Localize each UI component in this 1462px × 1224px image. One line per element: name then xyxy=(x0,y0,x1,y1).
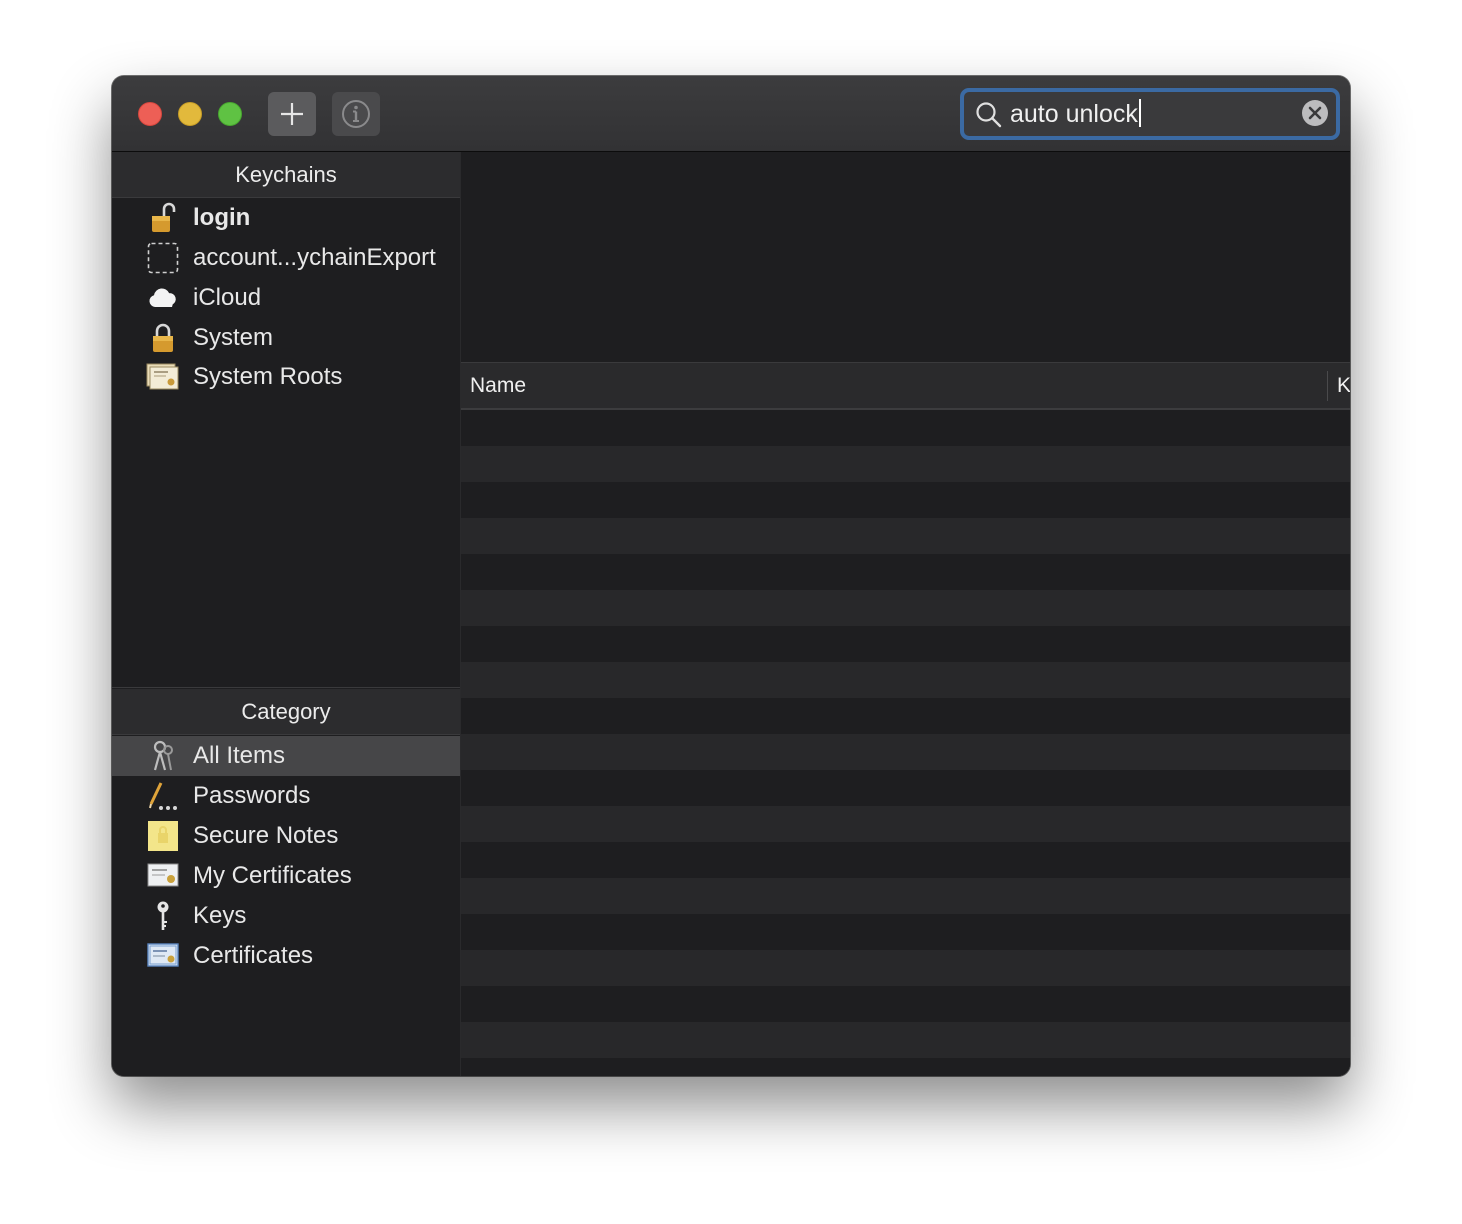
table-row xyxy=(461,806,1350,842)
table-header: Name K xyxy=(461,363,1350,410)
title-bar: auto unlock xyxy=(112,76,1350,152)
table-row xyxy=(461,698,1350,734)
sidebar-divider xyxy=(112,687,460,688)
keychains-header: Keychains xyxy=(112,152,460,198)
text-cursor xyxy=(1138,99,1141,127)
items-table[interactable] xyxy=(461,410,1350,1076)
search-field[interactable]: auto unlock xyxy=(960,88,1340,140)
keychain-item-label: System xyxy=(193,324,274,351)
column-header-kind[interactable]: K xyxy=(1337,363,1350,408)
category-item-all-items[interactable]: All Items xyxy=(112,736,460,776)
keychains-header-label: Keychains xyxy=(235,161,337,187)
column-header-name[interactable]: Name xyxy=(470,363,526,408)
certificate-stack-icon xyxy=(146,361,180,393)
info-icon xyxy=(342,100,370,128)
table-row xyxy=(461,662,1350,698)
table-row xyxy=(461,590,1350,626)
keychain-item-label: login xyxy=(193,204,251,231)
key-icon xyxy=(146,900,180,932)
note-icon xyxy=(146,820,180,852)
search-input[interactable]: auto unlock xyxy=(1010,99,1141,129)
keychain-item-label: account...ychainExport xyxy=(193,244,436,271)
keychain-item-system-roots[interactable]: System Roots xyxy=(112,357,460,397)
clear-icon xyxy=(1308,106,1322,120)
keychain-item-account-export[interactable]: account...ychainExport xyxy=(112,238,460,278)
table-row xyxy=(461,626,1350,662)
category-item-secure-notes[interactable]: Secure Notes xyxy=(112,816,460,856)
main-content: Name K xyxy=(461,152,1350,1076)
close-window-button[interactable] xyxy=(138,102,162,126)
magnifying-glass-icon xyxy=(976,102,1002,128)
category-item-label: All Items xyxy=(193,742,286,769)
certificate-icon xyxy=(146,860,180,892)
table-row xyxy=(461,950,1350,986)
keychain-item-login[interactable]: login xyxy=(112,198,460,238)
table-row xyxy=(461,986,1350,1022)
get-info-button[interactable] xyxy=(332,92,380,136)
table-row xyxy=(461,1058,1350,1076)
table-row xyxy=(461,914,1350,950)
keychain-item-icloud[interactable]: iCloud xyxy=(112,278,460,318)
clear-search-button[interactable] xyxy=(1302,100,1328,126)
category-item-label: My Certificates xyxy=(193,862,352,889)
column-separator[interactable] xyxy=(1327,371,1328,401)
table-row xyxy=(461,734,1350,770)
plus-icon xyxy=(281,103,303,125)
dashed-keychain-icon xyxy=(146,242,180,274)
keys-icon xyxy=(146,740,180,772)
category-header: Category xyxy=(112,689,460,735)
table-row xyxy=(461,770,1350,806)
padlock-icon xyxy=(146,322,180,354)
category-item-label: Certificates xyxy=(193,942,314,969)
table-row xyxy=(461,1022,1350,1058)
zoom-window-button[interactable] xyxy=(218,102,242,126)
table-row xyxy=(461,518,1350,554)
cloud-icon xyxy=(146,282,180,314)
table-row xyxy=(461,446,1350,482)
keychain-item-system[interactable]: System xyxy=(112,318,460,358)
category-item-my-certificates[interactable]: My Certificates xyxy=(112,856,460,896)
certificate-blue-icon xyxy=(146,940,180,972)
keychain-access-window: auto unlock Keychains login account...yc… xyxy=(112,76,1350,1076)
unlocked-padlock-icon xyxy=(146,202,180,234)
add-item-button[interactable] xyxy=(268,92,316,136)
category-header-label: Category xyxy=(241,698,331,724)
minimize-window-button[interactable] xyxy=(178,102,202,126)
table-row xyxy=(461,878,1350,914)
item-preview-pane xyxy=(461,152,1350,363)
table-row xyxy=(461,554,1350,590)
search-text: auto unlock xyxy=(1010,100,1138,128)
category-item-label: Passwords xyxy=(193,782,311,809)
category-item-certificates[interactable]: Certificates xyxy=(112,936,460,976)
pencil-dots-icon xyxy=(146,780,180,812)
sidebar: Keychains login account...ychainExport i… xyxy=(112,152,461,1076)
category-item-label: Secure Notes xyxy=(193,822,339,849)
category-item-keys[interactable]: Keys xyxy=(112,896,460,936)
table-row xyxy=(461,842,1350,878)
category-item-label: Keys xyxy=(193,902,247,929)
table-row xyxy=(461,410,1350,446)
keychain-item-label: System Roots xyxy=(193,363,343,390)
category-item-passwords[interactable]: Passwords xyxy=(112,776,460,816)
keychain-item-label: iCloud xyxy=(193,284,262,311)
table-row xyxy=(461,482,1350,518)
